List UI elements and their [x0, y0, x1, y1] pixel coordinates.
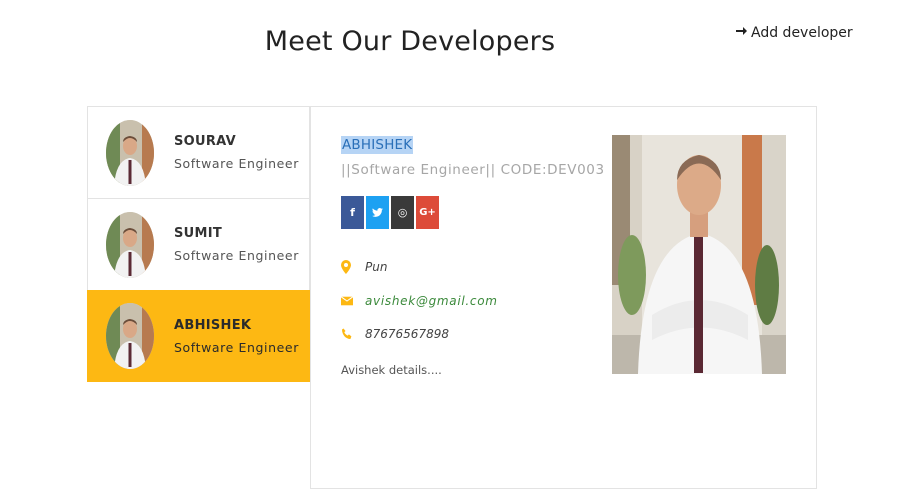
developer-role: Software Engineer — [174, 339, 299, 355]
phone-text: 87676567898 — [365, 327, 449, 341]
location-text: Pun — [365, 260, 388, 274]
facebook-icon[interactable]: f — [341, 196, 364, 229]
avatar — [106, 119, 154, 186]
page-title: Meet Our Developers — [264, 26, 556, 57]
google-plus-icon[interactable]: G+ — [416, 196, 439, 229]
twitter-icon[interactable] — [366, 196, 389, 229]
social-links: f ◎ G+ — [341, 196, 439, 229]
instagram-icon[interactable]: ◎ — [391, 196, 414, 229]
detail-description: Avishek details.... — [341, 363, 442, 377]
developer-name: ABHISHEK — [174, 317, 252, 333]
envelope-icon — [341, 294, 353, 308]
avatar — [106, 303, 154, 369]
developer-photo — [612, 135, 786, 374]
email-row: avishek@gmail.com — [341, 294, 498, 308]
map-marker-icon — [341, 260, 353, 274]
detail-subtitle: ||Software Engineer|| CODE:DEV003 — [341, 162, 605, 178]
developer-name: SOURAV — [174, 134, 237, 149]
phone-icon — [341, 327, 353, 341]
arrow-right-icon — [735, 25, 747, 41]
developer-role: Software Engineer — [174, 248, 299, 263]
location-row: Pun — [341, 260, 387, 274]
developer-list: SOURAV Software Engineer SUMIT Software … — [87, 106, 322, 382]
developer-item-sourav[interactable]: SOURAV Software Engineer — [87, 106, 310, 198]
email-text[interactable]: avishek@gmail.com — [365, 294, 498, 308]
add-developer-link[interactable]: Add developer — [735, 25, 853, 41]
developer-item-abhishek[interactable]: ABHISHEK Software Engineer — [87, 290, 322, 382]
phone-row: 87676567898 — [341, 327, 449, 341]
developer-role: Software Engineer — [174, 156, 299, 171]
detail-name: ABHISHEK — [341, 136, 414, 154]
developer-name: SUMIT — [174, 226, 223, 241]
developer-item-sumit[interactable]: SUMIT Software Engineer — [87, 198, 310, 290]
developer-detail-panel: ABHISHEK ||Software Engineer|| CODE:DEV0… — [310, 106, 817, 489]
avatar — [106, 211, 154, 278]
add-developer-label: Add developer — [751, 25, 853, 41]
